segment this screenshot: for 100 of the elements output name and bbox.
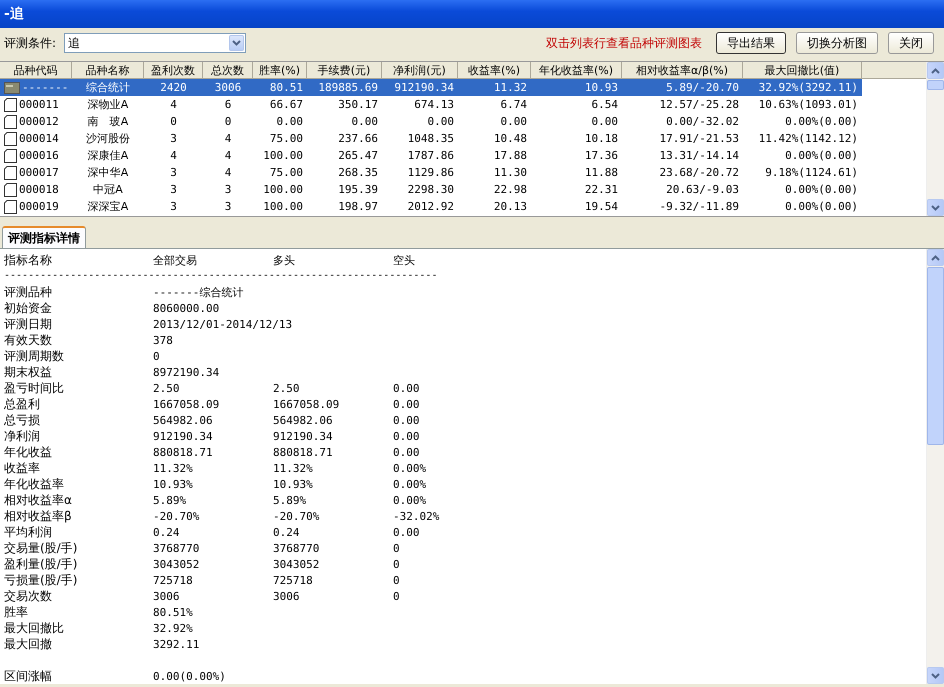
table-cell: 0.00%(0.00) (785, 115, 858, 128)
metric-value: 3768770 (153, 542, 200, 554)
table-cell: 000016 (19, 149, 59, 162)
scrollbar[interactable] (926, 249, 944, 684)
metric-value: 725718 (153, 574, 194, 586)
metric-value: 725718 (273, 574, 314, 586)
table-cell: 深中华A (88, 165, 128, 180)
table-cell: 3 (170, 200, 177, 213)
table-cell: 0.00 (352, 115, 378, 128)
table-cell: 000017 (19, 166, 59, 179)
column-header[interactable]: 收益率(%) (458, 62, 531, 78)
metric-label: 平均利润 (4, 524, 53, 540)
column-header[interactable]: 胜率(%) (253, 62, 307, 78)
table-row[interactable]: 000011 深物业A 4 6 66.67 350.17 674.13 6.74 6.54 12.57/-25.28 10.63%(1093.01) (0, 96, 926, 113)
scroll-up-button[interactable] (927, 249, 944, 266)
table-cell: 350.17 (338, 98, 378, 111)
condition-dropdown[interactable]: 追 (64, 33, 246, 53)
table-cell: 19.54 (584, 200, 618, 213)
metric-value: 11.32% (153, 462, 194, 474)
table-cell: 000012 (19, 115, 59, 128)
column-header[interactable]: 年化收益率(%) (531, 62, 622, 78)
document-icon (4, 182, 17, 196)
metric-value: -------综合统计 (153, 284, 244, 300)
table-cell: 23.68/-20.72 (660, 166, 739, 179)
table-cell: 0.00%(0.00) (785, 149, 858, 162)
metric-label: 期末权益 (4, 364, 53, 380)
toolbar-button[interactable]: 关闭 (888, 32, 934, 54)
table-cell: 100.00 (263, 183, 303, 196)
table-row[interactable]: 000018 中冠A 3 3 100.00 195.39 2298.30 22.98 22.31 20.63/-9.03 0.00%(0.00) (0, 181, 926, 198)
table-cell: 0 (170, 115, 177, 128)
metric-label: 相对收益率β (4, 508, 73, 524)
metric-label: 胜率 (4, 604, 29, 620)
table-cell: 10.18 (584, 132, 618, 145)
column-header[interactable]: 品种代码 (0, 62, 72, 78)
metric-value: 3043052 (273, 558, 320, 570)
table-cell: 912190.34 (394, 81, 454, 94)
metric-value: 0.00% (393, 478, 428, 490)
table-row[interactable]: 000016 深康佳A 4 4 100.00 265.47 1787.86 17.88 17.36 13.31/-14.14 0.00%(0.00) (0, 147, 926, 164)
table-cell: 1048.35 (408, 132, 454, 145)
chevron-down-icon (232, 40, 242, 46)
table-cell: 20.63/-9.03 (666, 183, 739, 196)
table-cell: 3 (224, 183, 232, 196)
column-header: 多头 (273, 252, 296, 268)
table-cell: 189885.69 (318, 81, 378, 94)
document-icon (4, 98, 17, 112)
table-cell: 100.00 (263, 149, 303, 162)
table-cell: 4 (224, 132, 232, 145)
table-row[interactable]: 000019 深深宝A 3 3 100.00 198.97 2012.92 20.13 19.54 -9.32/-11.89 0.00%(0.00) (0, 198, 926, 215)
column-header: 指标名称 (4, 252, 53, 268)
scroll-up-button[interactable] (927, 62, 944, 79)
table-cell: 268.35 (338, 166, 378, 179)
metric-value: 0.00 (393, 526, 420, 538)
scroll-thumb[interactable] (927, 267, 944, 445)
column-header[interactable]: 品种名称 (72, 62, 144, 78)
table-cell: 2420 (160, 81, 187, 94)
scroll-down-button[interactable] (927, 667, 944, 684)
table-row[interactable]: ------- 综合统计 2420 3006 80.51 189885.69 912190.34 11.32 10.93 5.89/-20.70 32.92%(3292.11) (0, 79, 862, 96)
column-header[interactable]: 相对收益率α/β(%) (622, 62, 743, 78)
toolbar-button[interactable]: 切换分析图 (796, 32, 878, 54)
table-cell: 深深宝A (88, 199, 128, 214)
column-header[interactable]: 手续费(元) (307, 62, 382, 78)
scrollbar[interactable] (926, 62, 944, 216)
details-tab[interactable]: 评测指标详情 (2, 226, 86, 248)
table-cell: 10.48 (494, 132, 527, 145)
metric-value: 2.50 (273, 382, 300, 394)
metric-value: 912190.34 (153, 430, 214, 442)
metric-label: 初始资金 (4, 300, 53, 316)
table-cell: 195.39 (338, 183, 378, 196)
table-cell: 12.57/-25.28 (660, 98, 739, 111)
document-icon (4, 132, 17, 146)
table-cell: 6.74 (500, 98, 527, 111)
column-header: 空头 (393, 252, 416, 268)
table-cell: 17.91/-21.53 (660, 132, 739, 145)
metric-value: 80.51% (153, 606, 194, 618)
metric-label: 评测周期数 (4, 348, 65, 364)
scroll-down-button[interactable] (927, 199, 944, 216)
export-button[interactable]: 导出结果 (716, 32, 786, 54)
metric-value: -20.70% (273, 510, 320, 522)
table-cell: 0.00 (276, 115, 303, 128)
table-cell: 17.88 (494, 149, 527, 162)
metric-value: 32.92% (153, 622, 194, 634)
table-row[interactable]: 000017 深中华A 3 4 75.00 268.35 1129.86 11.30 11.88 23.68/-20.72 9.18%(1124.61) (0, 164, 926, 181)
metric-value: 0.00% (393, 462, 428, 474)
table-cell: 32.92%(3292.11) (758, 81, 858, 94)
table-row[interactable]: 000012 南 玻A 0 0 0.00 0.00 0.00 0.00 0.00 0.00/-32.02 0.00%(0.00) (0, 113, 926, 130)
hint-text: 双击列表行查看品种评测图表 (546, 34, 702, 52)
column-header[interactable]: 总次数 (203, 62, 253, 78)
column-header[interactable]: 净利润(元) (382, 62, 458, 78)
metric-value: 0 (393, 542, 401, 554)
scroll-thumb[interactable] (927, 80, 944, 90)
table-row[interactable]: 000014 沙河股份 3 4 75.00 237.66 1048.35 10.48 10.18 17.91/-21.53 11.42%(1142.12) (0, 130, 926, 147)
dropdown-button[interactable] (229, 35, 244, 51)
metric-label: 评测日期 (4, 316, 53, 332)
window-title: -追 (4, 5, 24, 23)
table-cell: 80.51 (270, 81, 303, 94)
metric-value: 564982.06 (273, 414, 334, 426)
column-header[interactable]: 盈利次数 (144, 62, 203, 78)
column-header[interactable]: 最大回撤比(值) (743, 62, 862, 78)
metric-value: 0.00 (393, 382, 420, 394)
metric-value: 11.32% (273, 462, 314, 474)
